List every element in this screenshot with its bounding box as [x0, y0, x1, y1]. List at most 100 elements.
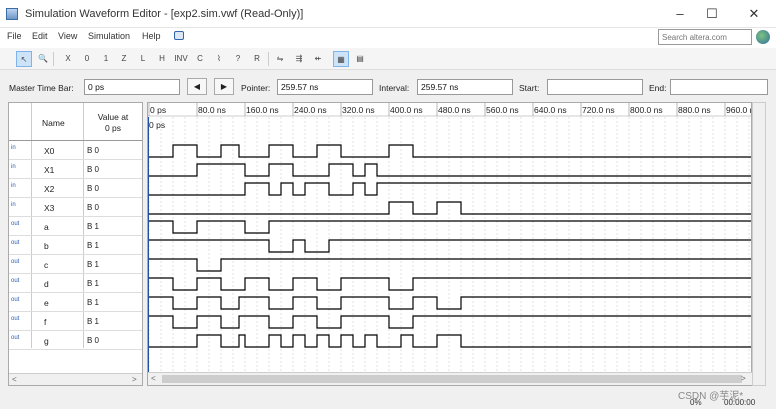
input-pin-icon: in	[11, 202, 16, 208]
high-impedance-icon[interactable]: Z	[116, 51, 132, 67]
interval-field[interactable]: 259.57 ns	[417, 79, 513, 95]
globe-icon[interactable]	[756, 30, 770, 44]
menu-view[interactable]: View	[58, 31, 77, 41]
name-column-header[interactable]: Name	[42, 118, 65, 128]
waveform-b	[149, 239, 751, 253]
clock-icon[interactable]: ⌇	[211, 51, 227, 67]
signal-row[interactable]: out a B 1	[9, 217, 142, 236]
group-icon[interactable]: ⇶	[291, 51, 307, 67]
minimize-button[interactable]: –	[668, 5, 692, 23]
value-header-line2: 0 ps	[104, 123, 122, 133]
ungroup-icon[interactable]: ⇷	[310, 51, 326, 67]
scroll-left-icon[interactable]: <	[12, 375, 17, 384]
time-bar: Master Time Bar: 0 ps ◀ ▶ Pointer: 259.5…	[0, 76, 776, 98]
waveform-pane[interactable]: 0 ps 80.0 ns 160.0 ns 240.0 ns 320.0 ns 400.0…	[147, 102, 752, 386]
scroll-left-icon[interactable]: <	[151, 374, 156, 383]
signal-row[interactable]: out c B 1	[9, 255, 142, 274]
signal-name: d	[44, 279, 49, 289]
name-pane-scrollbar[interactable]: < >	[9, 373, 142, 385]
scroll-thumb[interactable]	[162, 375, 742, 383]
signal-value: B 1	[87, 279, 100, 288]
chat-icon[interactable]	[174, 31, 184, 40]
value-column-header[interactable]: Value at 0 ps	[95, 112, 131, 134]
start-field[interactable]	[547, 79, 643, 95]
signal-row[interactable]: out b B 1	[9, 236, 142, 255]
waveform-X2	[149, 182, 751, 196]
vertical-scrollbar[interactable]	[752, 102, 766, 386]
close-button[interactable]: ✕	[742, 5, 766, 23]
waveform-X3	[149, 201, 751, 215]
forcing-high-icon[interactable]: 1	[98, 51, 114, 67]
menu-simulation[interactable]: Simulation	[88, 31, 130, 41]
select-tool-icon[interactable]: ↖	[16, 51, 32, 67]
output-pin-icon: out	[11, 240, 20, 246]
ruler-label: 400.0 ns	[390, 105, 423, 115]
waveform-f	[149, 315, 751, 329]
menu-edit[interactable]: Edit	[32, 31, 48, 41]
signal-row[interactable]: out e B 1	[9, 293, 142, 312]
waveform-e	[149, 296, 751, 310]
signal-name: c	[44, 260, 49, 270]
output-pin-icon: out	[11, 316, 20, 322]
signal-row[interactable]: in X3 B 0	[9, 198, 142, 217]
signal-name: g	[44, 336, 49, 346]
output-pin-icon: out	[11, 297, 20, 303]
weak-high-icon[interactable]: H	[154, 51, 170, 67]
signal-list-pane: Name Value at 0 ps in X0 B 0 in X1 B 0 in X2 B 0…	[8, 102, 143, 386]
end-field[interactable]	[670, 79, 768, 95]
ruler-label: 960.0 ns	[726, 105, 752, 115]
grid-on-icon[interactable]: ▦	[333, 51, 349, 67]
signal-row[interactable]: out g B 0	[9, 331, 142, 350]
app-icon	[6, 8, 18, 20]
signal-row[interactable]: out d B 1	[9, 274, 142, 293]
snap-to-grid-icon[interactable]: ⇋	[272, 51, 288, 67]
pointer-field[interactable]: 259.57 ns	[277, 79, 373, 95]
scroll-right-icon[interactable]: >	[741, 374, 746, 383]
output-pin-icon: out	[11, 278, 20, 284]
scroll-right-icon[interactable]: >	[132, 375, 137, 384]
waveform-horizontal-scrollbar[interactable]: < >	[148, 372, 752, 385]
invert-icon[interactable]: INV	[173, 51, 189, 67]
prev-transition-button[interactable]: ◀	[187, 78, 207, 95]
waveform-X0	[149, 144, 751, 158]
signal-value: B 0	[87, 184, 100, 193]
forcing-unknown-icon[interactable]: X	[60, 51, 76, 67]
ruler-label: 80.0 ns	[198, 105, 226, 115]
ruler-label: 880.0 ns	[678, 105, 711, 115]
ruler-label: 720.0 ns	[582, 105, 615, 115]
menu-help[interactable]: Help	[142, 31, 161, 41]
search-input[interactable]	[658, 29, 752, 45]
master-time-bar-field[interactable]: 0 ps	[84, 79, 180, 95]
waveform-canvas[interactable]: 0 ps 80.0 ns 160.0 ns 240.0 ns 320.0 ns 400.0…	[148, 103, 752, 373]
maximize-button[interactable]: ☐	[700, 5, 724, 23]
arbitrary-value-icon[interactable]: R	[249, 51, 265, 67]
status-bar: 0% 00:00:00	[0, 390, 776, 409]
waveform-X1	[149, 163, 751, 177]
next-transition-button[interactable]: ▶	[214, 78, 234, 95]
signal-name: e	[44, 298, 49, 308]
signal-value: B 1	[87, 260, 100, 269]
weak-low-icon[interactable]: L	[135, 51, 151, 67]
watermark: CSDN @芋泥*	[678, 391, 744, 402]
waveform-view-icon[interactable]: ▤	[352, 51, 368, 67]
signal-row[interactable]: in X1 B 0	[9, 160, 142, 179]
menu-file[interactable]: File	[7, 31, 22, 41]
signal-row[interactable]: in X0 B 0	[9, 141, 142, 160]
signal-row[interactable]: in X2 B 0	[9, 179, 142, 198]
forcing-low-icon[interactable]: 0	[79, 51, 95, 67]
ruler-label: 240.0 ns	[294, 105, 327, 115]
count-value-icon[interactable]: C	[192, 51, 208, 67]
title-bar: Simulation Waveform Editor - [exp2.sim.v…	[0, 0, 776, 28]
signal-value: B 0	[87, 165, 100, 174]
ruler-label: 800.0 ns	[630, 105, 663, 115]
waveform-d	[149, 277, 751, 291]
signal-name: X2	[44, 184, 55, 194]
toolbar-separator	[53, 52, 54, 66]
signal-row[interactable]: out f B 1	[9, 312, 142, 331]
waveform-g	[149, 334, 751, 348]
cursor-time-label: 0 ps	[149, 120, 165, 130]
signal-value: B 1	[87, 317, 100, 326]
signal-name: X0	[44, 146, 55, 156]
random-value-icon[interactable]: ?	[230, 51, 246, 67]
zoom-tool-icon[interactable]: 🔍	[35, 51, 51, 67]
